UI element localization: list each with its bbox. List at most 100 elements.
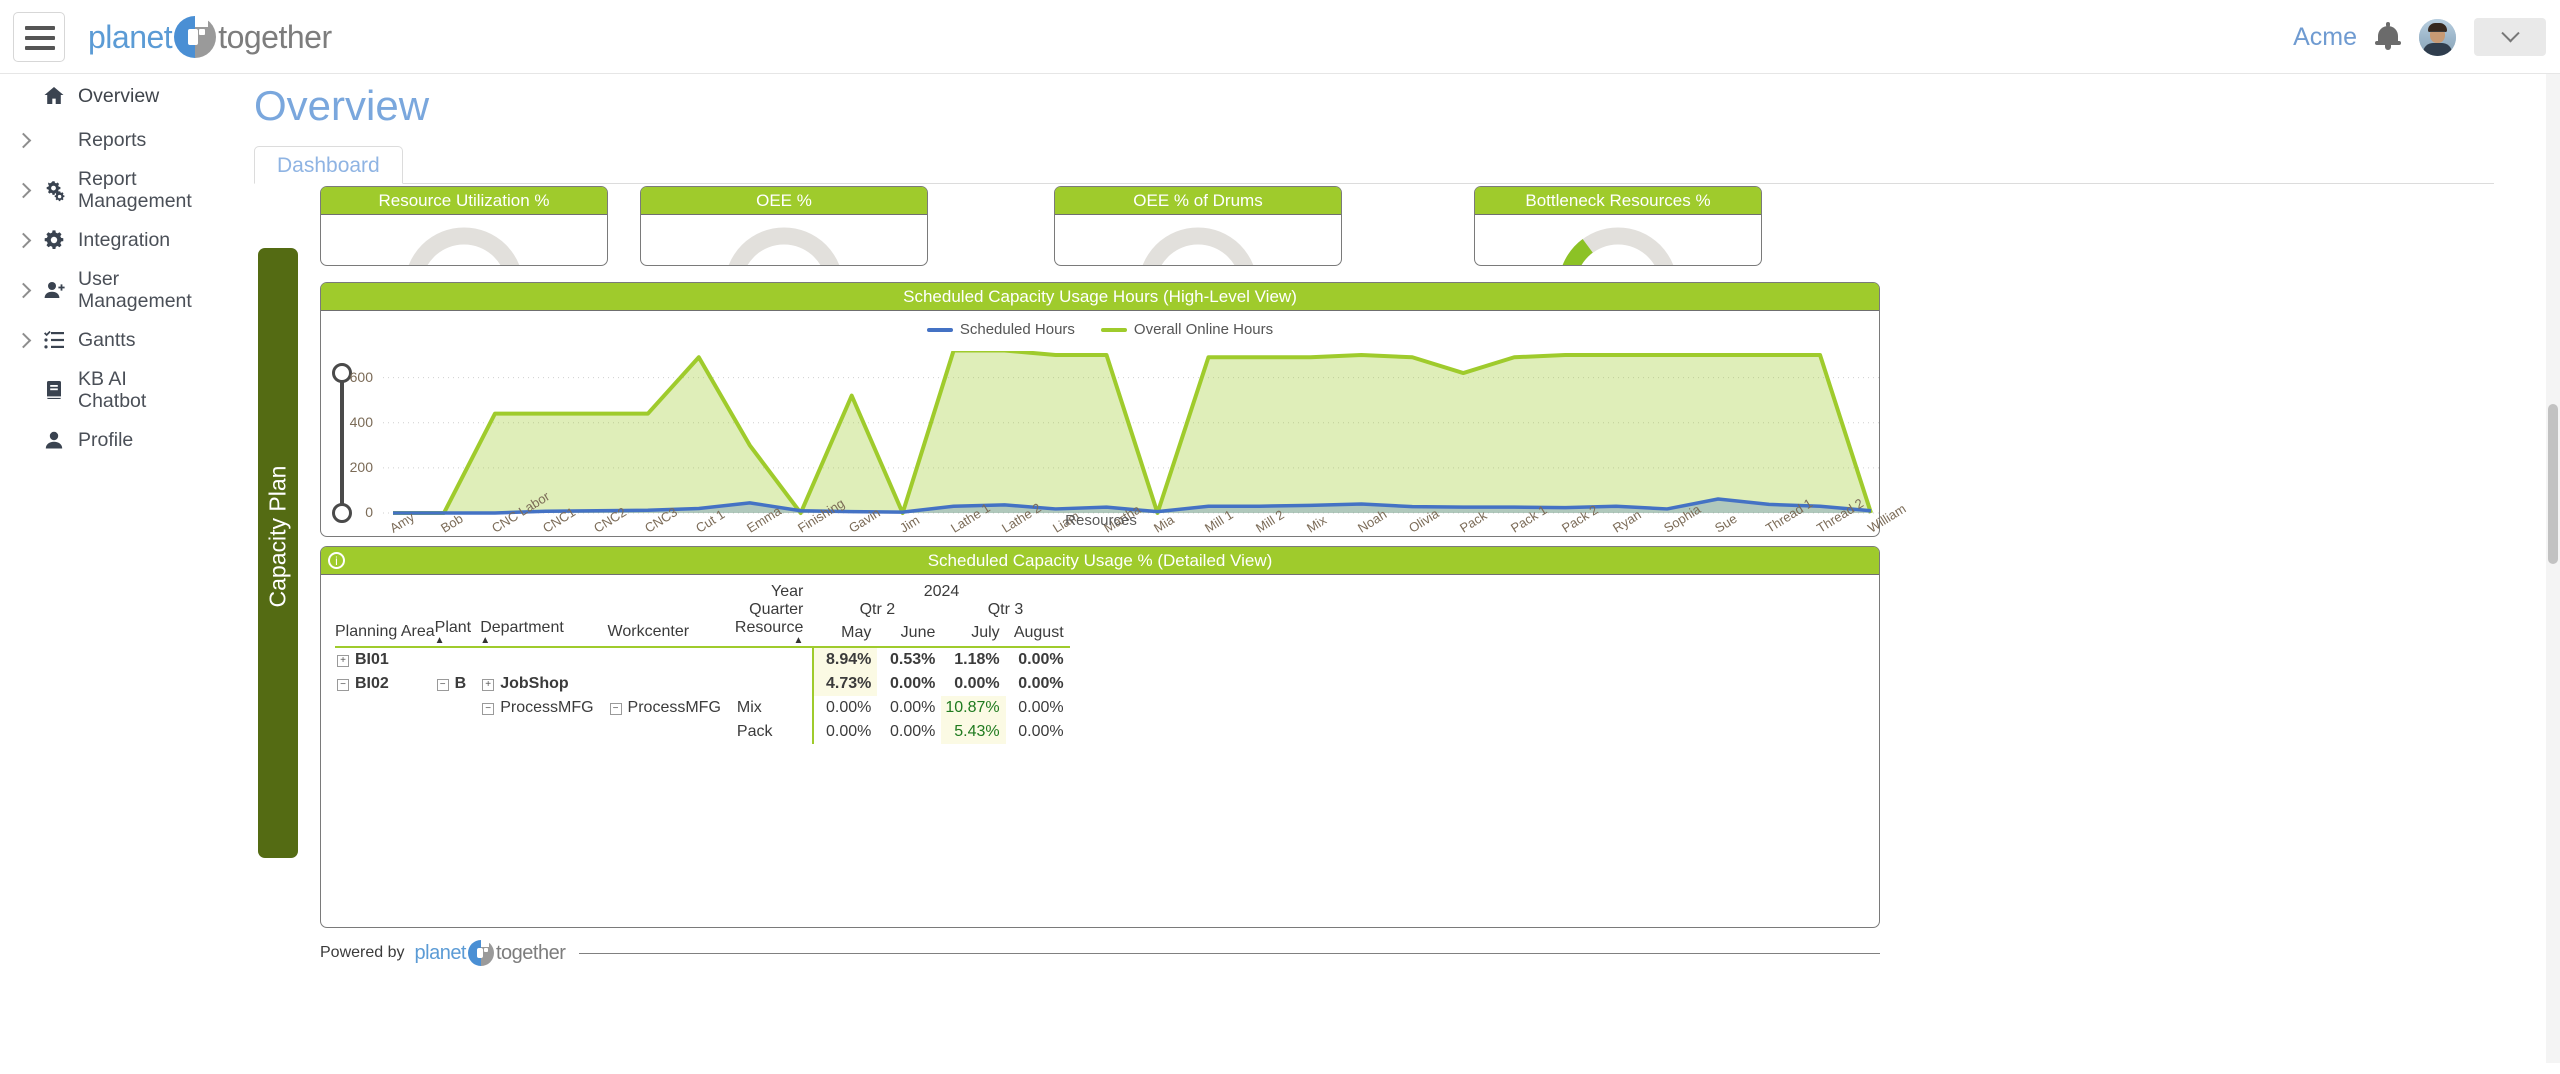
account-name-link[interactable]: Acme bbox=[2293, 23, 2357, 52]
col-header-department[interactable]: Department ▲ bbox=[480, 619, 607, 647]
cell-planning-area bbox=[335, 696, 435, 720]
col-header-plant[interactable]: Plant ▲ bbox=[435, 619, 481, 647]
cell-value: 5.43% bbox=[941, 720, 1005, 744]
dashboard-area: Capacity Plan Resource Utilization % 1.6… bbox=[258, 186, 1880, 1074]
header-row-quarter: Quarter Qtr 2 Qtr 3 bbox=[335, 601, 1070, 619]
table-row[interactable]: −ProcessMFG−ProcessMFGMix0.00%0.00%10.87… bbox=[335, 696, 1070, 720]
cell-text: ProcessMFG bbox=[500, 699, 593, 716]
kpi-card-title: OEE % bbox=[641, 187, 927, 215]
chevron-down-icon[interactable] bbox=[2474, 18, 2546, 56]
kpi-card-bottleneck-resources[interactable]: Bottleneck Resources % 26.67% bbox=[1474, 186, 1762, 266]
cell-plant bbox=[435, 720, 481, 744]
kpi-card-resource-utilization[interactable]: Resource Utilization % 1.61% bbox=[320, 186, 608, 266]
pivot-table-body: +BI018.94%0.53%1.18%0.00%−BI02−B+JobShop… bbox=[335, 647, 1070, 744]
cell-plant bbox=[435, 647, 481, 672]
kpi-card-oee-of-drums[interactable]: OEE % of Drums 2.20% bbox=[1054, 186, 1342, 266]
tab-dashboard[interactable]: Dashboard bbox=[254, 146, 403, 184]
chart-panel-scheduled-capacity-hours: Scheduled Capacity Usage Hours (High-Lev… bbox=[320, 282, 1880, 537]
footer-logo-mark-icon bbox=[468, 940, 494, 966]
sidebar-item-label: Integration bbox=[78, 229, 170, 251]
col-header-june[interactable]: June bbox=[877, 619, 941, 647]
cell-planning-area: −BI02 bbox=[335, 672, 435, 696]
scrollbar-thumb[interactable] bbox=[2548, 404, 2558, 564]
sidebar-item-report-management[interactable]: Report Management bbox=[0, 162, 210, 218]
cell-value: 0.00% bbox=[877, 672, 941, 696]
kpi-card-oee[interactable]: OEE % 1.61% bbox=[640, 186, 928, 266]
sidebar-item-integration[interactable]: Integration bbox=[0, 218, 210, 262]
avatar[interactable] bbox=[2419, 19, 2456, 56]
legend-item-scheduled-hours[interactable]: Scheduled Hours bbox=[927, 321, 1075, 338]
sidebar-item-kb-ai-chatbot[interactable]: KB AI Chatbot bbox=[0, 362, 210, 418]
cell-text: JobShop bbox=[500, 675, 568, 692]
bell-icon[interactable] bbox=[2375, 22, 2401, 52]
cell-value: 0.00% bbox=[877, 720, 941, 744]
cell-workcenter bbox=[608, 672, 735, 696]
cell-value: 0.00% bbox=[813, 696, 877, 720]
cell-planning-area bbox=[335, 720, 435, 744]
chart-series-svg bbox=[383, 351, 1881, 521]
legend-item-overall-online-hours[interactable]: Overall Online Hours bbox=[1101, 321, 1273, 338]
slider-track bbox=[340, 371, 344, 515]
expand-icon[interactable]: + bbox=[482, 679, 494, 691]
sidebar-item-label: Reports bbox=[78, 129, 146, 151]
page-title: Overview bbox=[254, 82, 429, 130]
sidebar-item-reports[interactable]: Reports bbox=[0, 118, 210, 162]
table-row[interactable]: +BI018.94%0.53%1.18%0.00% bbox=[335, 647, 1070, 672]
home-icon bbox=[42, 84, 66, 108]
column-header-year: 2024 bbox=[813, 583, 1069, 601]
powered-by-text: Powered by bbox=[320, 944, 405, 962]
row-header-label-resource[interactable]: Resource ▲ bbox=[735, 619, 813, 647]
col-header-may[interactable]: May bbox=[813, 619, 877, 647]
collapse-icon[interactable]: − bbox=[337, 679, 349, 691]
col-header-august[interactable]: August bbox=[1006, 619, 1070, 647]
table-row[interactable]: −BI02−B+JobShop4.73%0.00%0.00%0.00% bbox=[335, 672, 1070, 696]
cell-department: −ProcessMFG bbox=[480, 696, 607, 720]
detail-panel-title: Scheduled Capacity Usage % (Detailed Vie… bbox=[928, 551, 1273, 571]
kpi-card-title: Bottleneck Resources % bbox=[1475, 187, 1761, 215]
cell-department bbox=[480, 720, 607, 744]
y-axis-tick-label: 400 bbox=[339, 414, 373, 430]
col-header-planning-area[interactable]: Planning Area bbox=[335, 619, 435, 647]
gauge-icon bbox=[1133, 221, 1263, 265]
header-row-year: Year 2024 bbox=[335, 583, 1070, 601]
sidebar-nav: Overview Reports Report Management Integ… bbox=[0, 74, 210, 1063]
sidebar-item-profile[interactable]: Profile bbox=[0, 418, 210, 462]
chart-plot-area: 0200400600 AmyBobCNC LaborCNC1CNC2CNC3Cu… bbox=[321, 345, 1881, 535]
y-axis-tick-label: 600 bbox=[339, 369, 373, 385]
col-header-july[interactable]: July bbox=[941, 619, 1005, 647]
col-header-text: Workcenter bbox=[608, 623, 690, 640]
sidebar-item-label: Report Management bbox=[78, 168, 196, 212]
col-header-workcenter[interactable]: Workcenter bbox=[608, 619, 735, 647]
cell-value: 0.00% bbox=[1006, 720, 1070, 744]
page-scrollbar[interactable] bbox=[2546, 74, 2560, 1063]
range-slider[interactable] bbox=[332, 363, 352, 523]
legend-label: Overall Online Hours bbox=[1134, 321, 1273, 338]
expand-icon[interactable]: + bbox=[337, 655, 349, 667]
vertical-tab-capacity-plan[interactable]: Capacity Plan bbox=[258, 248, 298, 858]
table-row[interactable]: Pack0.00%0.00%5.43%0.00% bbox=[335, 720, 1070, 744]
info-icon[interactable]: i bbox=[328, 552, 345, 569]
hamburger-icon[interactable] bbox=[13, 12, 65, 62]
collapse-icon[interactable]: − bbox=[482, 703, 494, 715]
cell-value: 0.00% bbox=[877, 696, 941, 720]
kpi-value: 1.61% bbox=[641, 261, 927, 265]
sort-ascending-icon: ▲ bbox=[480, 637, 607, 644]
logo-mark-icon bbox=[174, 16, 216, 58]
sidebar-item-label: Gantts bbox=[78, 329, 135, 351]
collapse-icon[interactable]: − bbox=[610, 703, 622, 715]
row-header-label-year: Year bbox=[735, 583, 813, 601]
chevron-right-icon bbox=[16, 282, 32, 298]
sidebar-item-label: KB AI Chatbot bbox=[78, 368, 196, 412]
sidebar-item-label: User Management bbox=[78, 268, 196, 312]
chevron-right-icon bbox=[16, 182, 32, 198]
kpi-card-title: OEE % of Drums bbox=[1055, 187, 1341, 215]
cell-plant: −B bbox=[435, 672, 481, 696]
chart-legend: Scheduled Hours Overall Online Hours bbox=[321, 321, 1879, 338]
sidebar-item-user-management[interactable]: User Management bbox=[0, 262, 210, 318]
cell-value: 0.00% bbox=[1006, 696, 1070, 720]
cell-text: ProcessMFG bbox=[628, 699, 721, 716]
sidebar-item-gantts[interactable]: Gantts bbox=[0, 318, 210, 362]
collapse-icon[interactable]: − bbox=[437, 679, 449, 691]
gears-icon bbox=[42, 178, 66, 202]
sidebar-item-overview[interactable]: Overview bbox=[0, 74, 210, 118]
